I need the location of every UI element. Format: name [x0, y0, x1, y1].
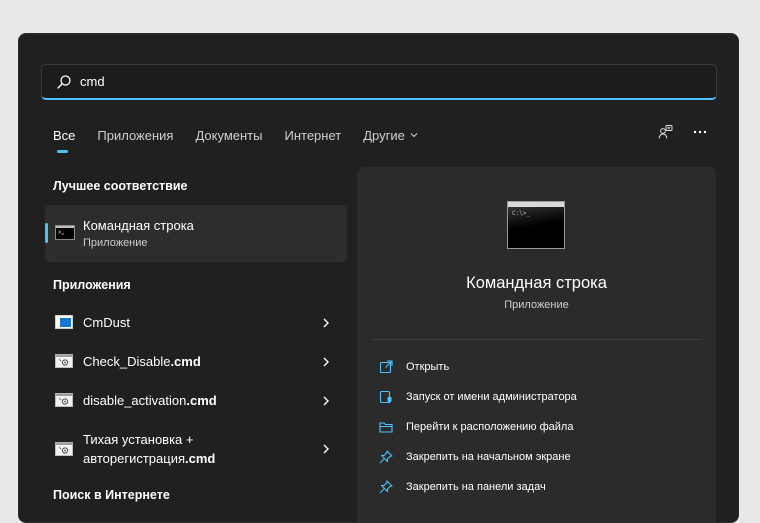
open-external-icon	[379, 360, 393, 374]
search-box[interactable]	[41, 64, 717, 100]
action-label: Открыть	[406, 361, 450, 373]
more-options-button[interactable]	[686, 120, 714, 148]
tab-documents[interactable]: Документы	[195, 128, 262, 143]
preview-pane: C:\>_ Командная строка Приложение Открыт…	[357, 167, 716, 522]
more-icon	[692, 124, 708, 145]
chevron-right-icon[interactable]	[321, 316, 331, 328]
cmd-large-icon: C:\>_	[507, 201, 565, 249]
cmd-icon	[55, 225, 75, 240]
action-open[interactable]: Открыть	[379, 357, 449, 377]
section-title-web: Поиск в Интернете	[53, 488, 170, 502]
app-item-disable-activation[interactable]: disable_activation.cmd	[45, 382, 347, 418]
app-item-cmdust[interactable]: CmDust	[45, 304, 347, 340]
action-label: Закрепить на панели задач	[406, 481, 546, 493]
app-item-check-disable[interactable]: Check_Disable.cmd	[45, 343, 347, 379]
tab-web[interactable]: Интернет	[284, 128, 341, 143]
app-item-silent-install[interactable]: Тихая установка + авторегистрация.cmd	[45, 426, 347, 470]
best-match-title: Командная строка	[83, 218, 194, 233]
chevron-right-icon[interactable]	[321, 394, 331, 406]
action-label: Запуск от имени администратора	[406, 391, 577, 403]
tab-more-dropdown[interactable]: Другие	[363, 128, 418, 143]
action-pin-to-taskbar[interactable]: Закрепить на панели задач	[379, 477, 546, 497]
script-file-icon	[55, 354, 73, 368]
tab-label: Приложения	[97, 127, 174, 143]
tab-label: Другие	[363, 127, 405, 143]
pin-icon	[379, 450, 393, 464]
action-label: Перейти к расположению файла	[406, 421, 574, 433]
section-title-best-match: Лучшее соответствие	[53, 179, 188, 193]
pin-icon	[379, 480, 393, 494]
admin-shield-icon	[379, 390, 393, 404]
app-item-label: Тихая установка + авторегистрация.cmd	[83, 432, 216, 466]
section-title-apps: Приложения	[53, 278, 131, 292]
script-file-icon	[55, 393, 73, 407]
filter-tabs: Все Приложения Документы Интернет Другие	[53, 125, 440, 153]
action-label: Закрепить на начальном экране	[406, 451, 571, 463]
action-open-file-location[interactable]: Перейти к расположению файла	[379, 417, 573, 437]
chevron-right-icon[interactable]	[321, 355, 331, 367]
chevron-down-icon	[410, 131, 418, 139]
search-icon	[56, 74, 72, 90]
best-match-subtitle: Приложение	[83, 237, 148, 249]
action-run-as-admin[interactable]: Запуск от имени администратора	[379, 387, 577, 407]
app-item-label: CmDust	[83, 315, 130, 330]
app-item-label: Check_Disable.cmd	[83, 354, 201, 369]
tab-label: Все	[53, 127, 76, 143]
app-window-icon	[55, 315, 73, 329]
tab-label: Интернет	[284, 127, 342, 143]
script-file-icon	[55, 442, 73, 456]
search-input[interactable]	[80, 74, 640, 89]
divider	[371, 339, 702, 340]
action-pin-to-start[interactable]: Закрепить на начальном экране	[379, 447, 571, 467]
folder-icon	[379, 420, 393, 434]
tab-label: Документы	[195, 127, 263, 143]
chevron-right-icon[interactable]	[321, 442, 331, 454]
start-search-window: Все Приложения Документы Интернет Другие	[18, 33, 739, 523]
preview-title: Командная строка	[466, 274, 607, 292]
people-icon	[658, 124, 674, 145]
tab-all[interactable]: Все	[53, 127, 76, 153]
app-item-label: disable_activation.cmd	[83, 393, 217, 408]
selection-indicator	[45, 223, 48, 243]
best-match-result[interactable]: Командная строка Приложение	[45, 205, 347, 262]
tab-apps[interactable]: Приложения	[97, 128, 173, 143]
cmd-prompt-text: C:\>_	[512, 210, 531, 217]
account-button[interactable]	[652, 120, 680, 148]
preview-subtitle: Приложение	[504, 299, 569, 311]
